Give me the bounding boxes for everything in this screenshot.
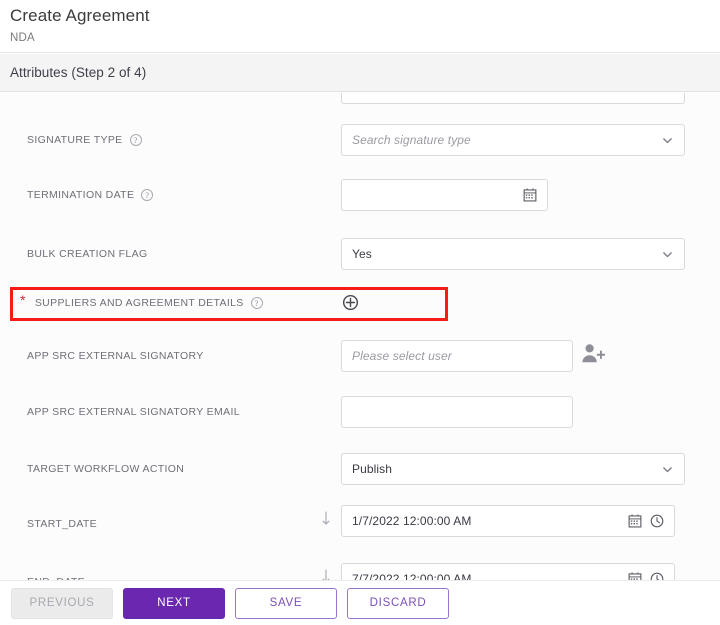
page-title: Create Agreement [10,6,150,25]
label-suppliers-and-agreement-details: * SUPPLIERS AND AGREEMENT DETAILS ? [20,292,263,309]
label-target-workflow-action: TARGET WORKFLOW ACTION [27,463,185,475]
label-termination-date: TERMINATION DATE ? [27,189,154,201]
required-asterisk: * [20,292,26,308]
discard-button[interactable]: DISCARD [347,587,449,619]
previous-button[interactable]: PREVIOUS [11,587,113,619]
chevron-down-icon[interactable] [661,134,674,147]
app-src-external-signatory-input[interactable]: Please select user [341,340,573,372]
chevron-down-icon[interactable] [661,463,674,476]
label-signature-type: SIGNATURE TYPE ? [27,134,142,146]
step-band-label: Attributes (Step 2 of 4) [10,65,147,80]
label-app-src-external-signatory: APP SRC EXTERNAL SIGNATORY [27,350,204,362]
calendar-icon[interactable] [628,514,642,528]
save-button[interactable]: SAVE [235,587,337,619]
step-band: Attributes (Step 2 of 4) [0,54,720,92]
label-start-date: START_DATE [27,518,98,530]
scrolled-off-field[interactable] [341,93,685,104]
start-date-input[interactable]: 1/7/2022 12:00:00 AM [341,505,675,537]
calendar-icon[interactable] [523,188,537,202]
target-workflow-action-select[interactable]: Publish [341,453,685,485]
add-suppliers-and-agreement-details-button[interactable] [341,293,360,312]
label-bulk-creation-flag: BULK CREATION FLAG [27,248,148,260]
signature-type-select[interactable]: Search signature type [341,124,685,156]
attributes-form: SIGNATURE TYPE ? Search signature type T… [0,93,720,590]
help-circle-icon[interactable]: ? [250,297,263,309]
help-circle-icon[interactable]: ? [141,189,154,201]
arrow-down-icon [320,510,332,528]
wizard-footer: PREVIOUS NEXT SAVE DISCARD [0,580,720,625]
page-header: Create Agreement NDA [0,0,720,53]
next-button[interactable]: NEXT [123,587,225,619]
termination-date-input[interactable] [341,179,548,211]
app-src-external-signatory-email-input[interactable] [341,396,573,428]
clock-icon[interactable] [650,514,664,528]
person-add-icon[interactable] [581,343,605,365]
create-agreement-wizard: Create Agreement NDA Attributes (Step 2 … [0,0,720,625]
bulk-creation-flag-select[interactable]: Yes [341,238,685,270]
page-subtitle: NDA [10,32,35,44]
label-app-src-external-signatory-email: APP SRC EXTERNAL SIGNATORY EMAIL [27,406,240,418]
help-circle-icon[interactable]: ? [129,134,142,146]
chevron-down-icon[interactable] [661,248,674,261]
